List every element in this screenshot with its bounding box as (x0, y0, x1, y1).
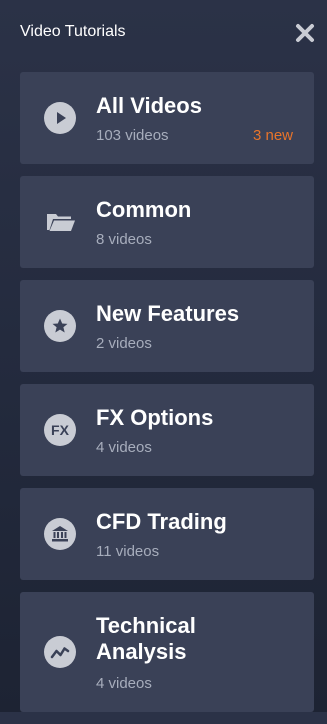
category-title: Technical Analysis (96, 613, 196, 664)
fx-icon: FX (44, 414, 76, 446)
svg-text:FX: FX (51, 422, 70, 438)
folder-icon (44, 206, 76, 238)
category-title: New Features (96, 301, 240, 326)
video-tutorials-panel: Video Tutorials All Videos 103 videos 3 … (0, 0, 327, 712)
category-title: All Videos (96, 93, 202, 118)
new-videos-badge: 3 new (252, 127, 293, 144)
category-list: All Videos 103 videos 3 new Common 8 vid… (20, 72, 314, 724)
panel-header: Video Tutorials (0, 0, 327, 64)
category-fx-options[interactable]: FX FX Options 4 videos (20, 384, 314, 476)
category-video-count: 4 videos (96, 439, 152, 456)
category-video-count: 4 videos (96, 675, 152, 692)
play-icon (44, 102, 76, 134)
trend-chart-icon (44, 636, 76, 668)
star-icon (44, 310, 76, 342)
category-title: Common (96, 197, 192, 222)
bank-icon (44, 518, 76, 550)
category-video-count: 103 videos (96, 127, 169, 144)
category-new-features[interactable]: New Features 2 videos (20, 280, 314, 372)
category-all-videos[interactable]: All Videos 103 videos 3 new (20, 72, 314, 164)
close-button[interactable] (294, 22, 316, 44)
close-icon (296, 24, 314, 42)
panel-title: Video Tutorials (20, 23, 126, 40)
category-cfd-trading[interactable]: CFD Trading 11 videos (20, 488, 314, 580)
category-technical-analysis[interactable]: Technical Analysis 4 videos (20, 592, 314, 712)
category-video-count: 11 videos (96, 543, 160, 560)
category-video-count: 8 videos (96, 231, 152, 248)
category-video-count: 2 videos (96, 335, 152, 352)
category-title: FX Options (96, 405, 214, 430)
category-common[interactable]: Common 8 videos (20, 176, 314, 268)
category-title: CFD Trading (96, 509, 227, 534)
